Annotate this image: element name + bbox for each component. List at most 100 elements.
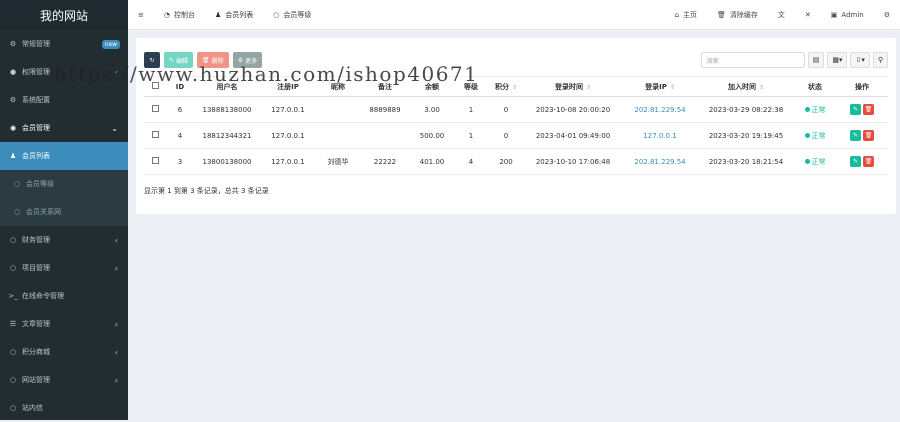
home-icon: ⌂ bbox=[674, 10, 680, 19]
sidebar-item-project[interactable]: ○ 项目管理 ‹ bbox=[0, 254, 128, 282]
pencil-icon: ✎ bbox=[852, 106, 859, 113]
cell-username: 18812344321 bbox=[194, 122, 260, 149]
row-edit-button[interactable]: ✎ bbox=[850, 130, 861, 141]
tab-dashboard[interactable]: ◔ 控制台 bbox=[154, 0, 205, 30]
cell-remark: 8889889 bbox=[360, 96, 410, 123]
watermark-text: https://www.huzhan.com/ishop40671 bbox=[54, 62, 479, 86]
circle-icon: ○ bbox=[13, 180, 21, 188]
status-dot-icon bbox=[804, 159, 810, 164]
hamburger-icon: ≡ bbox=[138, 10, 144, 19]
col-score[interactable]: 积分 ⇕ bbox=[488, 76, 524, 97]
sort-icon: ⇕ bbox=[511, 83, 518, 91]
row-checkbox-cell[interactable] bbox=[144, 96, 166, 123]
sort-icon: ⇕ bbox=[669, 83, 675, 91]
checkbox[interactable] bbox=[151, 157, 159, 164]
toggle-view-button[interactable]: ▤ bbox=[807, 52, 825, 68]
language-button[interactable]: 文 bbox=[768, 0, 795, 30]
home-button[interactable]: ⌂ 主页 bbox=[665, 0, 707, 30]
sort-icon: ⇕ bbox=[758, 83, 765, 91]
status-badge[interactable]: 正常 bbox=[794, 96, 836, 123]
cell-level: 1 bbox=[454, 122, 488, 149]
tab-member-level[interactable]: ○ 会员等级 bbox=[263, 0, 321, 30]
sidebar-item-member-list[interactable]: ♟ 会员列表 bbox=[0, 142, 128, 170]
chevron-left-icon: ‹ bbox=[114, 263, 118, 273]
cell-login-ip[interactable]: 202.81.229.54 bbox=[622, 148, 698, 175]
row-delete-button[interactable]: 🗑 bbox=[863, 156, 874, 167]
cell-login-time: 2023-10-10 17:06:48 bbox=[524, 148, 622, 175]
columns-button[interactable]: ▦▾ bbox=[827, 52, 848, 68]
checkbox[interactable] bbox=[151, 131, 159, 138]
trash-icon: 🗑 bbox=[864, 158, 873, 165]
circle-icon: ○ bbox=[13, 208, 21, 216]
pagination-info: 显示第 1 到第 3 条记录，总共 3 条记录 bbox=[144, 187, 269, 195]
chevron-left-icon: ‹ bbox=[114, 319, 118, 329]
sidebar-item-website[interactable]: ○ 网站管理 ‹ bbox=[0, 366, 128, 394]
cell-reg-ip: 127.0.0.1 bbox=[260, 96, 316, 123]
row-edit-button[interactable]: ✎ bbox=[850, 156, 861, 167]
col-login-ip[interactable]: 登录IP ⇕ bbox=[622, 76, 698, 97]
circle-icon: ○ bbox=[9, 348, 17, 356]
sidebar-item-member-level[interactable]: ○ 会员等级 bbox=[0, 170, 128, 198]
cell-username: 13800138000 bbox=[194, 148, 260, 175]
row-edit-button[interactable]: ✎ bbox=[850, 104, 861, 115]
col-login-time[interactable]: 登录时间 ⇕ bbox=[524, 76, 622, 97]
row-delete-button[interactable]: 🗑 bbox=[863, 104, 874, 115]
cell-join-time: 2023-03-29 08:22:38 bbox=[698, 96, 794, 123]
sidebar-item-member-network[interactable]: ○ 会员关系网 bbox=[0, 198, 128, 226]
table-row[interactable]: 4 18812344321 127.0.0.1 500.00 1 0 2023-… bbox=[144, 122, 888, 149]
clear-cache-button[interactable]: 🗑 清除缓存 bbox=[707, 0, 768, 30]
user-menu[interactable]: ▣ Admin bbox=[821, 0, 874, 30]
cell-remark: 22222 bbox=[360, 148, 410, 175]
cell-level: 1 bbox=[454, 96, 488, 123]
status-dot-icon bbox=[804, 107, 810, 112]
status-dot-icon bbox=[804, 133, 810, 138]
status-badge[interactable]: 正常 bbox=[794, 148, 836, 175]
cell-balance: 3.00 bbox=[410, 96, 454, 123]
circle-icon: ○ bbox=[273, 10, 280, 19]
cell-actions: ✎ 🗑 bbox=[836, 96, 888, 123]
list-icon: ☰ bbox=[9, 320, 17, 328]
row-delete-button[interactable]: 🗑 bbox=[863, 130, 874, 141]
search-input[interactable]: 搜索 bbox=[700, 52, 805, 68]
status-badge[interactable]: 正常 bbox=[794, 122, 836, 149]
trash-icon: 🗑 bbox=[864, 106, 873, 113]
app-logo[interactable]: 我的网站 bbox=[0, 0, 128, 30]
cell-score: 200 bbox=[488, 148, 524, 175]
topbar: ≡ ◔ 控制台 ♟ 会员列表 ○ 会员等级 ⌂ 主页 🗑 清除缓存 文 ✕ ▣ Admin … bbox=[128, 0, 900, 30]
row-checkbox-cell[interactable] bbox=[144, 122, 166, 149]
table-row[interactable]: 6 13888138000 127.0.0.1 8889889 3.00 1 0… bbox=[144, 96, 888, 123]
cogs-icon: ⚙ bbox=[9, 40, 17, 48]
trash-icon: 🗑 bbox=[864, 132, 873, 139]
sidebar-item-online-command[interactable]: >_ 在线命令管理 bbox=[0, 282, 128, 310]
export-button[interactable]: ⇩▾ bbox=[850, 52, 870, 68]
sidebar-item-article[interactable]: ☰ 文章管理 ‹ bbox=[0, 310, 128, 338]
member-table: ID 用户名 注册IP 昵称 备注 余额 等级 积分 ⇕ 登录时间 ⇕ 登录IP ⇕ … bbox=[144, 76, 888, 175]
export-icon: ⇩▾ bbox=[855, 56, 865, 64]
row-checkbox-cell[interactable] bbox=[144, 148, 166, 175]
sidebar-item-finance[interactable]: ○ 财务管理 ‹ bbox=[0, 226, 128, 254]
table-tools: 搜索 ▤ ▦▾ ⇩▾ ⚲ bbox=[700, 52, 888, 68]
cell-login-ip[interactable]: 127.0.0.1 bbox=[622, 122, 698, 149]
fullscreen-button[interactable]: ✕ bbox=[795, 0, 821, 30]
checkbox[interactable] bbox=[151, 105, 159, 112]
col-status[interactable]: 状态 bbox=[794, 76, 836, 97]
sidebar-item-system-config[interactable]: ⚙ 系统配置 bbox=[0, 86, 128, 114]
cell-join-time: 2023-03-20 19:19:45 bbox=[698, 122, 794, 149]
sidebar-item-message[interactable]: ○ 站内信 bbox=[0, 394, 128, 422]
cell-nickname bbox=[316, 96, 360, 123]
card-view-icon: ▤ bbox=[812, 56, 820, 64]
search-toggle-button[interactable]: ⚲ bbox=[872, 52, 888, 68]
cell-actions: ✎ 🗑 bbox=[836, 122, 888, 149]
sidebar-item-member-manage[interactable]: ◉ 会员管理 ⌄ bbox=[0, 114, 128, 142]
sidebar-item-points-mall[interactable]: ○ 积分商城 ‹ bbox=[0, 338, 128, 366]
table-row[interactable]: 3 13800138000 127.0.0.1 刘德华 22222 401.00… bbox=[144, 148, 888, 175]
tab-member-list[interactable]: ♟ 会员列表 bbox=[205, 0, 263, 30]
menu-toggle-button[interactable]: ≡ bbox=[128, 0, 154, 30]
settings-button[interactable]: ⚙ bbox=[874, 0, 900, 30]
dashboard-icon: ◔ bbox=[163, 10, 170, 19]
pencil-icon: ✎ bbox=[852, 158, 859, 165]
cell-login-ip[interactable]: 202.81.229.54 bbox=[622, 96, 698, 123]
sidebar-item-general[interactable]: ⚙ 常规管理 new bbox=[0, 30, 128, 58]
col-join-time[interactable]: 加入时间 ⇕ bbox=[698, 76, 794, 97]
new-badge: new bbox=[101, 39, 120, 49]
